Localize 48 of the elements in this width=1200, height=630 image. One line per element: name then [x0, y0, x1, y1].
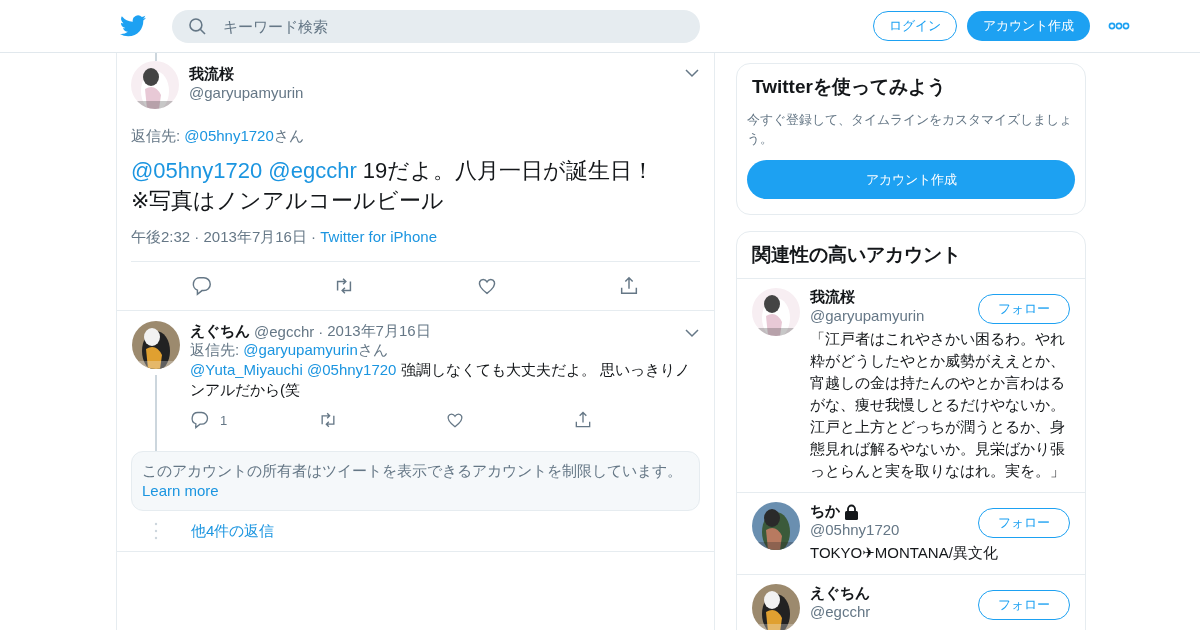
user-handle: @egcchr — [254, 322, 315, 340]
speech-bubble-icon[interactable] — [191, 275, 213, 297]
card-title: Twitterを使ってみよう — [751, 75, 947, 99]
signup-button[interactable]: アカウント作成 — [747, 160, 1075, 199]
restriction-notice: このアカウントの所有者はツイートを表示できるアカウントを制限しています。 Learn more — [131, 451, 700, 511]
mention-link[interactable]: @garyupamyurin — [243, 341, 358, 358]
reply-to-text: 返信先: @05hny1720さん — [131, 127, 305, 146]
tweet-text: @05hny1720 @egcchr 19だよ。八月一日が誕生日！※写真はノンアルコールビール — [131, 157, 656, 215]
learn-more-link[interactable]: Learn more — [142, 482, 219, 499]
source-link[interactable]: Twitter for iPhone — [320, 228, 437, 245]
vertical-dots-icon — [154, 522, 158, 540]
user-name: えぐちん — [190, 321, 250, 341]
user-handle: @garyupamyurin — [189, 84, 304, 101]
search-icon — [188, 16, 207, 36]
user-handle: @egcchr — [810, 603, 872, 620]
tweet-timestamp: 午後2:32 · 2013年7月16日 — [131, 228, 307, 245]
bird-logo-icon[interactable] — [120, 15, 146, 37]
user-name: 我流桜 — [189, 65, 235, 84]
card-subtitle: 今すぐ登録して、タイムラインをカスタマイズしましょう。 — [747, 111, 1073, 148]
separator-dot: · — [318, 322, 324, 340]
more-icon[interactable] — [1108, 22, 1130, 30]
user-name: 我流桜 — [810, 288, 855, 307]
login-button[interactable]: ログイン — [873, 11, 957, 41]
card-title: 関連性の高いアカウント — [737, 232, 1085, 279]
mention-link[interactable]: @05hny1720 — [184, 127, 274, 144]
tweet-date: 2013年7月16日 — [327, 321, 431, 341]
user-name: えぐちん — [810, 584, 870, 603]
speech-bubble-icon[interactable] — [190, 410, 210, 430]
separator-dot: · — [311, 228, 317, 245]
mention-link[interactable]: @egcchr — [268, 158, 357, 183]
user-bio: TOKYO✈MONTANA/異文化 — [810, 543, 999, 563]
user-bio: 「江戸者はこれやさかい困るわ。やれ粋がどうしたやとか威勢がええとか、宵越しの金は持たんのやとか言わはるがな、痩せ我慢しとるだけやないか。江戸と上方とどっちが潤うとるか、身態見れば解るやないか。見栄ばかり張っとらんと実を取りなはれ。実を。」 — [810, 329, 1066, 481]
tweet-text: @Yuta_Miyauchi @05hny1720 強調しなくても大丈夫だよ。 思いっきりノンアルだから(笑 — [190, 360, 691, 400]
heart-icon[interactable] — [445, 410, 465, 430]
search-field[interactable]: キーワード検索 — [172, 9, 700, 43]
user-handle: @garyupamyurin — [810, 307, 926, 324]
mention-link[interactable]: @Yuta_Miyauchi — [190, 361, 303, 378]
mention-link[interactable]: @05hny1720 — [131, 158, 263, 183]
follow-button[interactable]: フォロー — [978, 590, 1070, 620]
follow-button[interactable]: フォロー — [978, 294, 1070, 324]
user-name: ちか — [810, 502, 840, 521]
user-handle: @05hny1720 — [810, 521, 901, 538]
reply-to-text: 返信先: @garyupamyurinさん — [190, 341, 389, 360]
reply-count: 1 — [220, 412, 228, 428]
mention-link[interactable]: @05hny1720 — [306, 361, 397, 378]
signup-button[interactable]: アカウント作成 — [967, 11, 1090, 41]
more-replies-link[interactable]: 他4件の返信 — [191, 521, 275, 541]
follow-button[interactable]: フォロー — [978, 508, 1070, 538]
